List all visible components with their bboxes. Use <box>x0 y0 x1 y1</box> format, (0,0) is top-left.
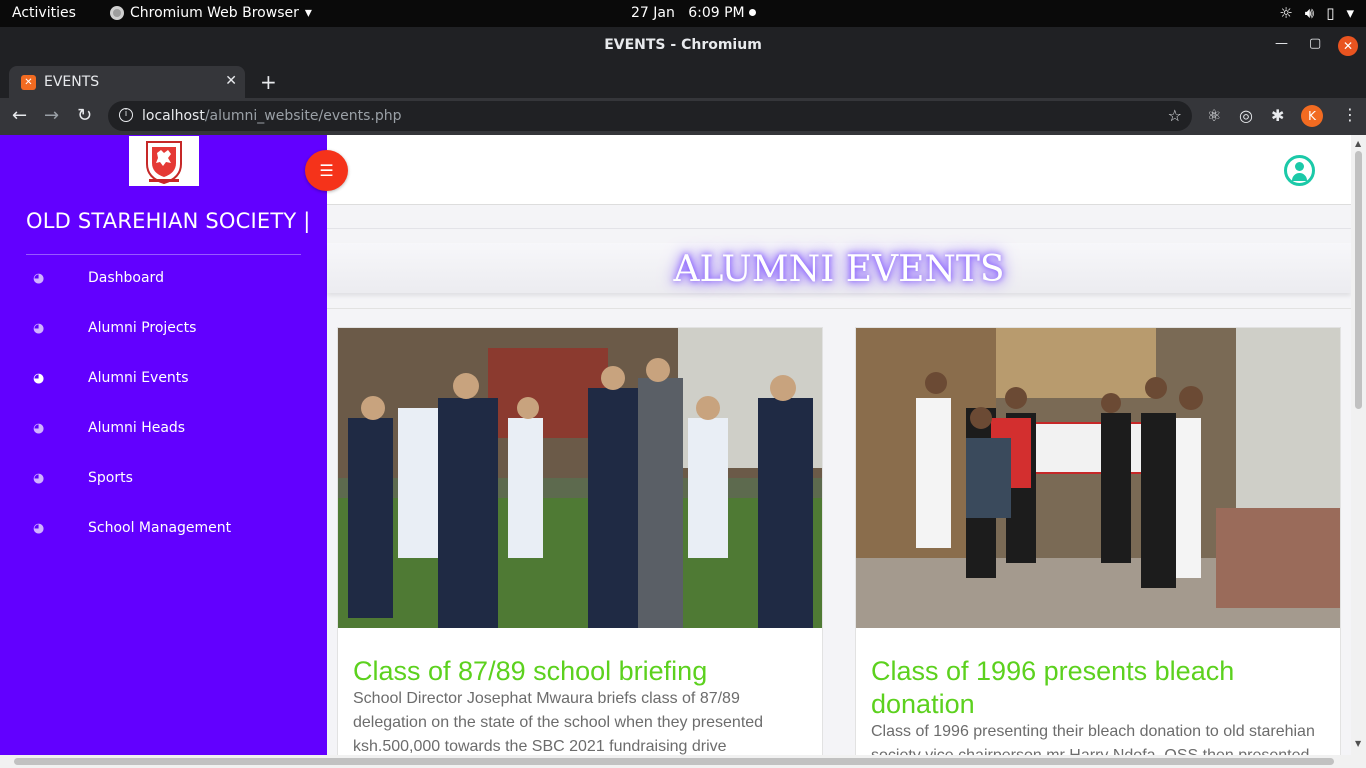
event-description: School Director Josephat Mwaura briefs c… <box>353 690 764 755</box>
address-bar[interactable]: i localhost/alumni_website/events.php ☆ <box>108 101 1192 131</box>
scroll-down-arrow-icon[interactable]: ▼ <box>1355 739 1361 748</box>
os-top-bar: Activities Chromium Web Browser ▾ 27 Jan… <box>0 0 1366 27</box>
divider <box>327 228 1351 229</box>
scroll-up-arrow-icon[interactable]: ▲ <box>1355 139 1361 148</box>
url-host: localhost <box>142 108 205 124</box>
extension-target-icon[interactable]: ◎ <box>1239 106 1253 125</box>
tab-label: EVENTS <box>44 74 100 90</box>
forward-button[interactable]: → <box>44 105 59 126</box>
minimize-button[interactable]: — <box>1275 36 1288 51</box>
vertical-scrollbar[interactable]: ▲ ▼ <box>1351 135 1366 755</box>
event-title[interactable]: Class of 87/89 school briefing <box>353 655 803 688</box>
profile-avatar[interactable]: K <box>1301 105 1323 127</box>
page-heading-bar: ALUMNI EVENTS <box>327 243 1351 293</box>
web-page: OLD STAREHIAN SOCIETY | ◕ Dashboard ◕ Al… <box>0 135 1366 768</box>
school-crest-logo[interactable] <box>129 136 199 186</box>
sidebar-item-alumni-heads[interactable]: ◕ Alumni Heads <box>0 410 327 450</box>
app-name: Chromium Web Browser <box>130 5 299 21</box>
sidebar-item-school-management[interactable]: ◕ School Management <box>0 510 327 550</box>
page-header-band: ALUMNI EVENTS <box>327 205 1351 309</box>
events-grid: Class of 87/89 school briefing School Di… <box>327 309 1351 767</box>
sidebar-item-label: Alumni Heads <box>88 420 186 436</box>
tab-strip: ✕ EVENTS ✕ + <box>0 64 1366 98</box>
sidebar-item-label: Sports <box>88 470 133 486</box>
battery-icon: ▯ <box>1326 4 1335 22</box>
url-text[interactable]: localhost/alumni_website/events.php <box>142 108 402 124</box>
kebab-menu-icon[interactable]: ⋮ <box>1342 105 1358 124</box>
tab-close-icon[interactable]: ✕ <box>225 73 237 89</box>
url-path: /alumni_website/events.php <box>204 108 402 124</box>
new-tab-button[interactable]: + <box>260 70 277 94</box>
xampp-favicon-icon: ✕ <box>21 75 36 90</box>
main-content: ☰ ALUMNI EVENTS Class of 87/89 school br… <box>305 135 1351 767</box>
tab-events[interactable]: ✕ EVENTS ✕ <box>9 66 245 98</box>
app-menu[interactable]: Chromium Web Browser ▾ <box>110 5 312 21</box>
gauge-icon: ◕ <box>33 471 45 486</box>
top-navbar: ☰ <box>305 135 1351 205</box>
system-tray[interactable]: ☼ 🔊︎ ▯ ▾ <box>1279 4 1354 22</box>
sidebar: OLD STAREHIAN SOCIETY | ◕ Dashboard ◕ Al… <box>0 135 327 755</box>
user-account-icon[interactable] <box>1284 155 1315 186</box>
brightness-icon: ☼ <box>1279 4 1293 22</box>
crest-icon <box>146 141 182 185</box>
gauge-icon: ◕ <box>33 321 45 336</box>
time-label: 6:09 PM <box>688 5 745 21</box>
brand-title: OLD STAREHIAN SOCIETY | <box>26 209 311 233</box>
event-photo-image <box>856 328 1340 628</box>
window-close-button[interactable]: ✕ <box>1338 36 1358 56</box>
browser-toolbar: ← → ↻ i localhost/alumni_website/events.… <box>0 98 1366 135</box>
window-title-bar: EVENTS - Chromium — ▢ ✕ <box>0 27 1366 64</box>
scrollbar-thumb[interactable] <box>14 758 1334 765</box>
chevron-down-icon: ▾ <box>1346 4 1354 22</box>
gauge-icon: ◕ <box>33 521 45 536</box>
site-info-icon[interactable]: i <box>119 108 133 122</box>
activities-button[interactable]: Activities <box>12 5 76 21</box>
chevron-down-icon: ▾ <box>304 5 312 21</box>
event-photo <box>338 328 822 628</box>
reload-button[interactable]: ↻ <box>77 105 92 126</box>
page-title: ALUMNI EVENTS <box>673 249 1005 290</box>
gauge-icon: ◕ <box>33 371 45 386</box>
clock[interactable]: 27 Jan 6:09 PM <box>631 5 745 21</box>
date-label: 27 Jan <box>631 5 675 21</box>
sidebar-item-label: Alumni Events <box>88 370 189 386</box>
gauge-icon: ◕ <box>33 271 45 286</box>
notification-dot <box>749 9 756 16</box>
bookmark-star-icon[interactable]: ☆ <box>1168 106 1182 125</box>
extensions-puzzle-icon[interactable]: ✱ <box>1271 106 1284 125</box>
horizontal-scrollbar[interactable] <box>0 755 1366 768</box>
sidebar-item-sports[interactable]: ◕ Sports <box>0 460 327 500</box>
event-title[interactable]: Class of 1996 presents bleach donation <box>871 655 1321 721</box>
sidebar-toggle-button[interactable]: ☰ <box>305 150 348 191</box>
maximize-button[interactable]: ▢ <box>1309 36 1321 51</box>
event-card[interactable]: Class of 1996 presents bleach donation C… <box>855 327 1341 767</box>
sidebar-divider <box>26 254 301 255</box>
sidebar-item-label: Dashboard <box>88 270 164 286</box>
event-card[interactable]: Class of 87/89 school briefing School Di… <box>337 327 823 767</box>
event-photo-image <box>338 328 822 628</box>
sidebar-item-label: Alumni Projects <box>88 320 197 336</box>
scrollbar-thumb[interactable] <box>1355 151 1362 409</box>
chromium-icon <box>110 6 124 20</box>
volume-icon: 🔊︎ <box>1304 4 1315 22</box>
sidebar-item-alumni-projects[interactable]: ◕ Alumni Projects <box>0 310 327 350</box>
event-photo <box>856 328 1340 628</box>
sidebar-item-label: School Management <box>88 520 232 536</box>
sidebar-item-alumni-events[interactable]: ◕ Alumni Events <box>0 360 327 400</box>
gauge-icon: ◕ <box>33 421 45 436</box>
sidebar-item-dashboard[interactable]: ◕ Dashboard <box>0 260 327 300</box>
window-title: EVENTS - Chromium <box>604 37 762 53</box>
react-devtools-icon[interactable]: ⚛ <box>1207 106 1221 125</box>
back-button[interactable]: ← <box>12 105 27 126</box>
